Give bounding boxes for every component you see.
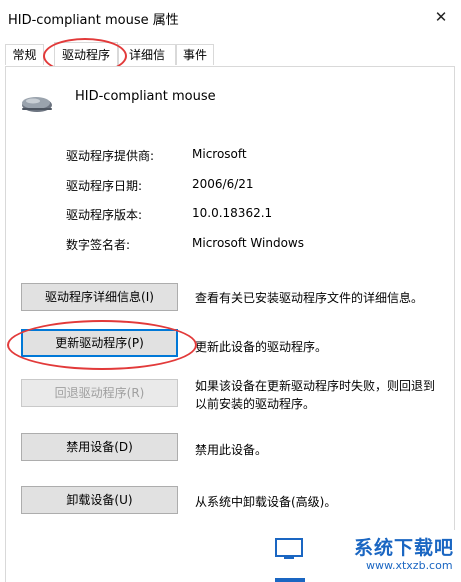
watermark-url: www.xtxzb.com [366,559,453,572]
rollback-driver-button: 回退驱动程序(R) [21,379,178,407]
version-value: 10.0.18362.1 [192,206,273,220]
update-driver-description: 更新此设备的驱动程序。 [195,340,328,354]
date-label: 驱动程序日期: [66,179,143,193]
watermark-bar [275,578,305,582]
watermark: 系统下载吧 www.xtxzb.com [271,530,461,582]
annotation-circle-update [7,320,197,370]
driver-details-description: 查看有关已安装驱动程序文件的详细信息。 [195,291,424,305]
disable-device-button[interactable]: 禁用设备(D) [21,433,178,461]
device-name: HID-compliant mouse [75,89,216,104]
version-label: 驱动程序版本: [66,208,143,222]
signer-value: Microsoft Windows [192,236,304,250]
provider-value: Microsoft [192,147,247,161]
rollback-driver-description-line2: 以前安装的驱动程序。 [195,397,316,411]
rollback-driver-description-line1: 如果该设备在更新驱动程序时失败，则回退到 [195,379,436,393]
uninstall-device-description: 从系统中卸载设备(高级)。 [195,495,337,509]
uninstall-device-button[interactable]: 卸载设备(U) [21,486,178,514]
watermark-brand: 系统下载吧 [354,537,455,559]
close-button[interactable]: ✕ [421,0,461,34]
window-title: HID-compliant mouse 属性 [8,13,179,28]
signer-label: 数字签名者: [66,238,131,252]
title-bar: HID-compliant mouse 属性 ✕ [0,0,461,34]
date-value: 2006/6/21 [192,177,254,191]
mouse-icon [22,97,52,112]
provider-label: 驱动程序提供商: [66,149,155,163]
watermark-logo-icon [275,538,303,559]
driver-details-button[interactable]: 驱动程序详细信息(I) [21,283,178,311]
tab-events[interactable]: 事件 [176,44,214,65]
tab-general[interactable]: 常规 [5,44,44,65]
properties-dialog: HID-compliant mouse 属性 ✕ 常规 驱动程序 详细信息 事件… [0,0,461,582]
disable-device-description: 禁用此设备。 [195,443,268,457]
